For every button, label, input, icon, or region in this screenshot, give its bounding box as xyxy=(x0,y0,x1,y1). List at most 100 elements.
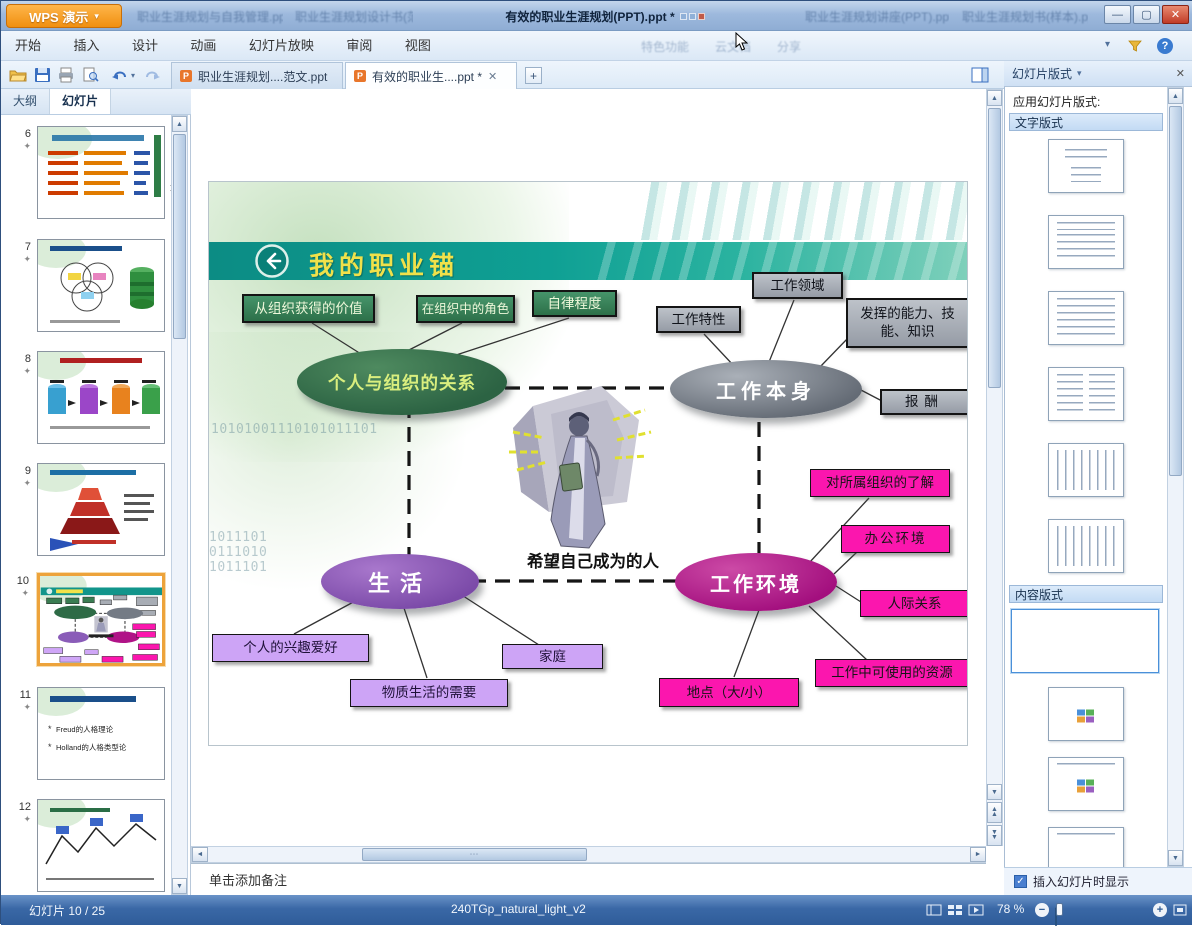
box-salary[interactable]: 报酬 xyxy=(880,389,967,415)
tab-outline[interactable]: 大纲 xyxy=(1,89,51,114)
print-preview-icon[interactable] xyxy=(79,65,101,85)
transition-icon[interactable]: ✦ xyxy=(11,702,31,713)
window-tab[interactable]: 职业生涯规划设计书(范例).ppt xyxy=(289,6,413,27)
transition-icon[interactable]: ✦ xyxy=(9,588,29,599)
layout-thumb-two-content[interactable] xyxy=(1048,367,1124,421)
fit-to-window-icon[interactable] xyxy=(1173,903,1187,921)
zoom-slider[interactable] xyxy=(1055,903,1063,926)
normal-view-icon[interactable] xyxy=(926,903,942,921)
scrollbar-thumb[interactable]: ⋯ xyxy=(362,848,587,861)
close-button[interactable]: ✕ xyxy=(1162,5,1189,24)
previous-slide-icon[interactable]: ▲ ▲ xyxy=(987,802,1002,823)
box-family[interactable]: 家庭 xyxy=(502,644,603,669)
scroll-left-icon[interactable]: ◄ xyxy=(192,847,208,862)
box-personal-interest[interactable]: 个人的兴趣爱好 xyxy=(212,634,369,662)
next-slide-icon[interactable]: ▼ ▼ xyxy=(987,825,1002,846)
box-work-field[interactable]: 工作领域 xyxy=(752,272,843,299)
window-tab[interactable]: 职业生涯规划书(样本).ppt xyxy=(956,6,1088,27)
menu-animation[interactable]: 动画 xyxy=(176,31,230,61)
slideshow-icon[interactable] xyxy=(968,903,984,921)
maximize-button[interactable]: ▢ xyxy=(1133,5,1160,24)
transition-icon[interactable]: ✦ xyxy=(11,254,31,265)
slide-title[interactable]: 我的职业锚 xyxy=(309,246,459,282)
layout-thumb-blank-selected[interactable] xyxy=(1011,609,1159,673)
box-know-organization[interactable]: 对所属组织的了解 xyxy=(810,469,950,497)
scroll-up-icon[interactable]: ▲ xyxy=(172,116,187,132)
box-location[interactable]: 地点（大/小） xyxy=(659,678,799,707)
layout-thumb-vertical-text[interactable] xyxy=(1048,443,1124,497)
scrollbar-thumb[interactable] xyxy=(988,108,1001,388)
open-file-icon[interactable] xyxy=(7,65,29,85)
back-arrow-button[interactable] xyxy=(255,244,289,278)
slide-thumbnail-10-selected[interactable] xyxy=(37,573,165,666)
box-role-in-org[interactable]: 在组织中的角色 xyxy=(416,295,515,323)
layout-thumb-content-only[interactable] xyxy=(1048,687,1124,741)
transition-icon[interactable]: ✦ xyxy=(11,478,31,489)
vertical-scrollbar[interactable]: ▲ ▼ ▲ ▲ ▼ ▼ xyxy=(986,89,1003,846)
box-work-trait[interactable]: 工作特性 xyxy=(656,306,741,333)
zoom-in-button[interactable]: + xyxy=(1153,903,1167,917)
scroll-up-icon[interactable]: ▲ xyxy=(987,90,1002,106)
scroll-down-icon[interactable]: ▼ xyxy=(1168,850,1183,866)
menu-start[interactable]: 开始 xyxy=(1,31,55,61)
menu-review[interactable]: 审阅 xyxy=(332,31,386,61)
menu-slideshow[interactable]: 幻灯片放映 xyxy=(235,31,328,61)
layout-thumb-content[interactable] xyxy=(1048,291,1124,345)
checkbox-checked[interactable]: ✓ xyxy=(1014,875,1027,888)
section-text-layouts[interactable]: 文字版式 xyxy=(1009,113,1163,131)
scrollbar-thumb[interactable] xyxy=(173,134,186,339)
slide-canvas[interactable]: 我的职业锚 10101001110101011101 1011101 01110… xyxy=(208,181,968,746)
center-label[interactable]: 希望自己成为的人 xyxy=(505,548,681,572)
slide-thumbnail-7[interactable] xyxy=(37,239,165,332)
help-icon[interactable]: ? xyxy=(1157,38,1173,54)
slide-thumbnail-6[interactable] xyxy=(37,126,165,219)
section-content-layouts[interactable]: 内容版式 xyxy=(1009,585,1163,603)
window-tab[interactable]: 职业生涯规划与自我管理.ppt xyxy=(131,6,283,27)
close-document-icon[interactable]: ✕ xyxy=(488,70,497,83)
transition-icon[interactable]: ✦ xyxy=(11,366,31,377)
transition-icon[interactable]: ✦ xyxy=(11,814,31,825)
print-icon[interactable] xyxy=(55,65,77,85)
close-pane-icon[interactable]: ✕ xyxy=(1176,67,1185,80)
layout-thumb-title-slide[interactable] xyxy=(1048,139,1124,193)
layout-thumb-vertical-title-text[interactable] xyxy=(1048,519,1124,573)
task-pane-toggle-icon[interactable] xyxy=(969,65,991,85)
slide-sorter-icon[interactable] xyxy=(947,903,963,921)
ellipse-person-org-relation[interactable]: 个人与组织的关系 xyxy=(297,349,507,415)
minimize-button[interactable]: — xyxy=(1104,5,1131,24)
slide-thumbnail-12[interactable] xyxy=(37,799,165,892)
task-pane-scrollbar[interactable]: ▲ ▼ xyxy=(1167,87,1184,867)
scroll-up-icon[interactable]: ▲ xyxy=(1168,88,1183,104)
new-document-tab-button[interactable]: + xyxy=(525,67,542,84)
box-material-needs[interactable]: 物质生活的需要 xyxy=(350,679,508,707)
save-icon[interactable] xyxy=(31,65,53,85)
document-tab-active[interactable]: P 有效的职业生....ppt * ✕ xyxy=(345,62,517,89)
menu-design[interactable]: 设计 xyxy=(118,31,172,61)
ellipse-work-itself[interactable]: 工作本身 xyxy=(670,360,862,418)
menu-insert[interactable]: 插入 xyxy=(59,31,113,61)
redo-icon[interactable] xyxy=(141,65,163,85)
layout-thumb-title-content-2[interactable] xyxy=(1048,757,1124,811)
person-clipart[interactable] xyxy=(505,380,655,558)
scroll-down-icon[interactable]: ▼ xyxy=(987,784,1002,800)
slide-thumbnail-8[interactable] xyxy=(37,351,165,444)
menu-view[interactable]: 视图 xyxy=(391,31,445,61)
document-tab[interactable]: P 职业生涯规划....范文.ppt xyxy=(171,62,343,89)
layout-thumb-title-content[interactable] xyxy=(1048,215,1124,269)
box-self-discipline[interactable]: 自律程度 xyxy=(532,290,617,317)
scrollbar-thumb[interactable] xyxy=(1169,106,1182,476)
task-pane-title[interactable]: 幻灯片版式 xyxy=(1012,65,1072,82)
box-ability-skill-knowledge[interactable]: 发挥的能力、技能、知识 xyxy=(846,298,967,348)
filter-funnel-icon[interactable] xyxy=(1127,38,1143,59)
slide-thumbnail-11[interactable]: * Freud的人格理论 * Holland的人格类型论 xyxy=(37,687,165,780)
undo-icon[interactable] xyxy=(109,65,131,85)
notes-area[interactable]: 单击添加备注 xyxy=(191,863,986,895)
thumbnail-scrollbar[interactable]: ▲ ▼ xyxy=(171,115,188,895)
box-usable-resources[interactable]: 工作中可使用的资源 xyxy=(815,659,967,687)
box-office-environment[interactable]: 办公环境 xyxy=(841,525,950,553)
tab-slides[interactable]: 幻灯片 xyxy=(50,89,112,114)
box-interpersonal-relations[interactable]: 人际关系 xyxy=(860,590,967,617)
horizontal-scrollbar[interactable]: ◄ ⋯ ► xyxy=(191,846,986,863)
window-tab-active[interactable]: 有效的职业生涯规划(PPT).ppt * xyxy=(419,6,791,27)
slide-thumbnail-9[interactable] xyxy=(37,463,165,556)
